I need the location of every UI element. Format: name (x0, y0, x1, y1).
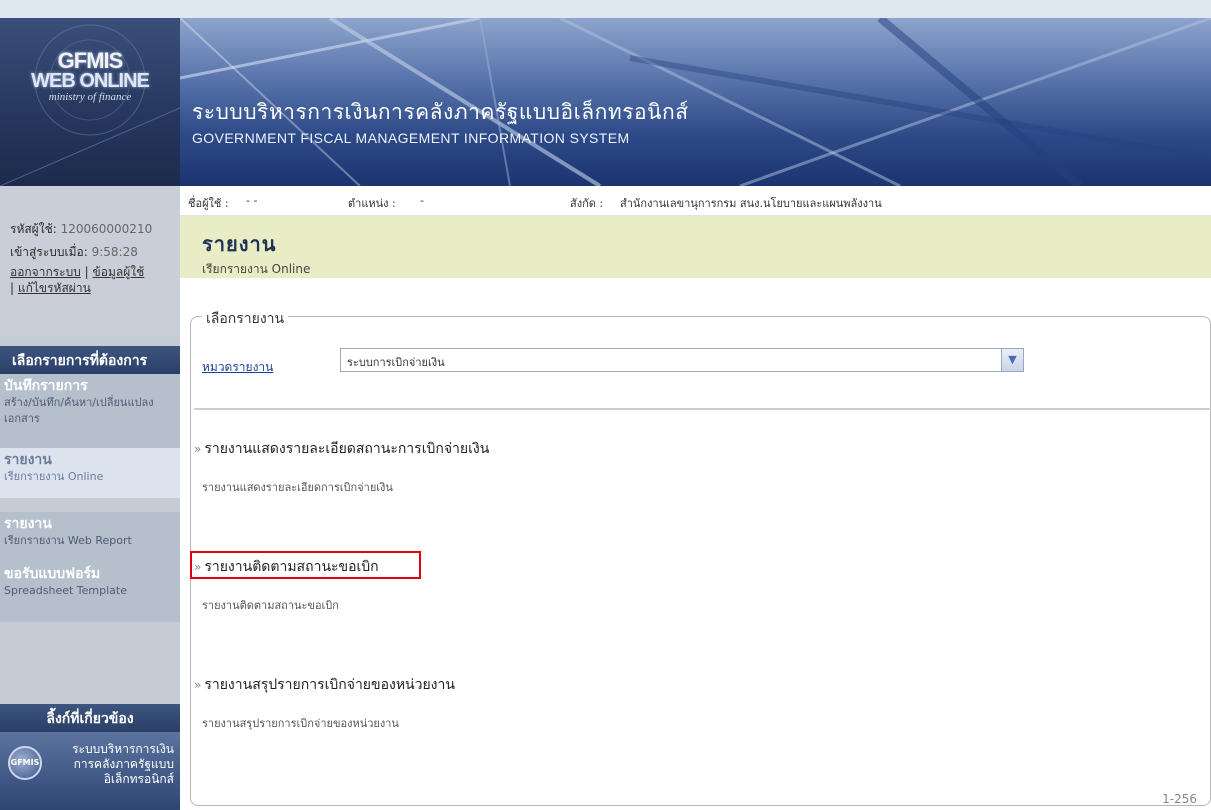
user-info-link[interactable]: ข้อมูลผู้ใช้ (93, 265, 145, 279)
header-banner: GFMIS WEB ONLINE ministry of finance ระบ… (0, 18, 1211, 186)
category-select-value: ระบบการเบิกจ่ายเงิน (347, 356, 445, 369)
sidebar-item-online-report[interactable]: รายงาน เรียกรายงาน Online (0, 448, 180, 498)
main-content: ชื่อผู้ใช้ : - - ตำแหน่ง : - สังกัด : สำ… (180, 186, 1211, 810)
sidebar-item-spreadsheet-template[interactable]: ขอรับแบบฟอร์ม Spreadsheet Template (0, 562, 180, 622)
report-description: รายงานสรุปรายการเบิกจ่ายของหน่วยงาน (202, 717, 399, 730)
page-title: รายงาน (202, 232, 277, 256)
sidebar-item-web-report[interactable]: รายงาน เรียกรายงาน Web Report (0, 512, 180, 562)
change-password-link[interactable]: แก้ไขรหัสผ่าน (18, 281, 91, 295)
bullet-icon: » (194, 442, 202, 456)
system-title-thai: ระบบบริหารการเงินการคลังภาครัฐแบบอิเล็กท… (192, 101, 689, 124)
system-title-english: GOVERNMENT FISCAL MANAGEMENT INFORMATION… (192, 130, 630, 146)
logout-link[interactable]: ออกจากระบบ (10, 265, 81, 279)
separator: | (84, 265, 89, 279)
page-title-bar: รายงาน เรียกรายงาน Online (180, 216, 1211, 278)
sidebar-item-title: บันทึกรายการ (4, 378, 88, 394)
sidebar-item-title: ขอรับแบบฟอร์ม (4, 566, 101, 582)
report-description: รายงานติดตามสถานะขอเบิก (202, 599, 339, 612)
user-id-label: รหัสผู้ใช้: (10, 222, 57, 236)
sidebar-item-transactions[interactable]: บันทึกรายการ สร้าง/บันทึก/ค้นหา/เปลี่ยนแ… (0, 374, 180, 448)
logo-line-2: WEB ONLINE (31, 70, 150, 92)
username-value: - - (246, 194, 258, 207)
related-link-text: ระบบบริหารการเงินการคลังภาครัฐแบบอิเล็กท… (72, 742, 174, 786)
divider (194, 408, 1211, 410)
user-info-panel: รหัสผู้ใช้: 120060000210 เข้าสู่ระบบเมื่… (0, 186, 180, 336)
user-id-value: 120060000210 (60, 222, 153, 236)
sidebar: รหัสผู้ใช้: 120060000210 เข้าสู่ระบบเมื่… (0, 186, 180, 810)
category-select[interactable]: ระบบการเบิกจ่ายเงิน ▼ (340, 348, 1024, 372)
gfmis-related-link[interactable]: GFMIS ระบบบริหารการเงินการคลังภาครัฐแบบอ… (0, 732, 180, 810)
gfmis-emblem-icon: GFMIS (8, 746, 42, 780)
chevron-down-icon[interactable]: ▼ (1001, 349, 1023, 371)
sidebar-item-subtitle: Spreadsheet Template (4, 584, 127, 597)
related-links-header: ลิ้งก์ที่เกี่ยวข้อง (0, 704, 180, 732)
bullet-icon: » (194, 678, 202, 692)
sidebar-item-subtitle: สร้าง/บันทึก/ค้นหา/เปลี่ยนแปลง เอกสาร (4, 396, 154, 425)
user-status-bar: ชื่อผู้ใช้ : - - ตำแหน่ง : - สังกัด : สำ… (180, 186, 1211, 216)
report-title: รายงานสรุปรายการเบิกจ่ายของหน่วยงาน (204, 677, 455, 693)
top-strip (0, 0, 1211, 18)
category-label[interactable]: หมวดรายงาน (202, 358, 273, 377)
sidebar-item-title: รายงาน (4, 516, 52, 532)
report-title: รายงานแสดงรายละเอียดสถานะการเบิกจ่ายเงิน (204, 441, 490, 457)
login-time-label: เข้าสู่ระบบเมื่อ: (10, 245, 88, 259)
report-link-disbursement-detail[interactable]: » รายงานแสดงรายละเอียดสถานะการเบิกจ่ายเงิ… (194, 438, 489, 460)
hero-image: ระบบบริหารการเงินการคลังภาครัฐแบบอิเล็กท… (180, 18, 1211, 186)
affiliation-label: สังกัด : (570, 197, 604, 210)
menu-header: เลือกรายการที่ต้องการ (0, 346, 180, 374)
affiliation-value: สำนักงานเลขานุการกรม สนง.นโยบายและแผนพลั… (620, 197, 882, 210)
highlight-box (190, 551, 421, 579)
login-time-value: 9:58:28 (91, 245, 138, 259)
page-subtitle: เรียกรายงาน Online (202, 262, 311, 276)
sidebar-item-subtitle: เรียกรายงาน Online (4, 470, 104, 483)
gfmis-logo: GFMIS WEB ONLINE ministry of finance (0, 18, 180, 186)
logo-line-3: ministry of finance (48, 91, 132, 103)
page-number: 1-256 (1162, 792, 1197, 806)
report-link-agency-summary[interactable]: » รายงานสรุปรายการเบิกจ่ายของหน่วยงาน (194, 674, 455, 696)
separator: | (10, 281, 15, 295)
sidebar-item-subtitle: เรียกรายงาน Web Report (4, 534, 132, 547)
position-value: - (420, 194, 424, 207)
section-legend: เลือกรายงาน (202, 308, 289, 330)
username-label: ชื่อผู้ใช้ : (188, 197, 229, 210)
sidebar-item-title: รายงาน (4, 452, 52, 468)
position-label: ตำแหน่ง : (348, 197, 396, 210)
report-description: รายงานแสดงรายละเอียดการเบิกจ่ายเงิน (202, 481, 393, 494)
